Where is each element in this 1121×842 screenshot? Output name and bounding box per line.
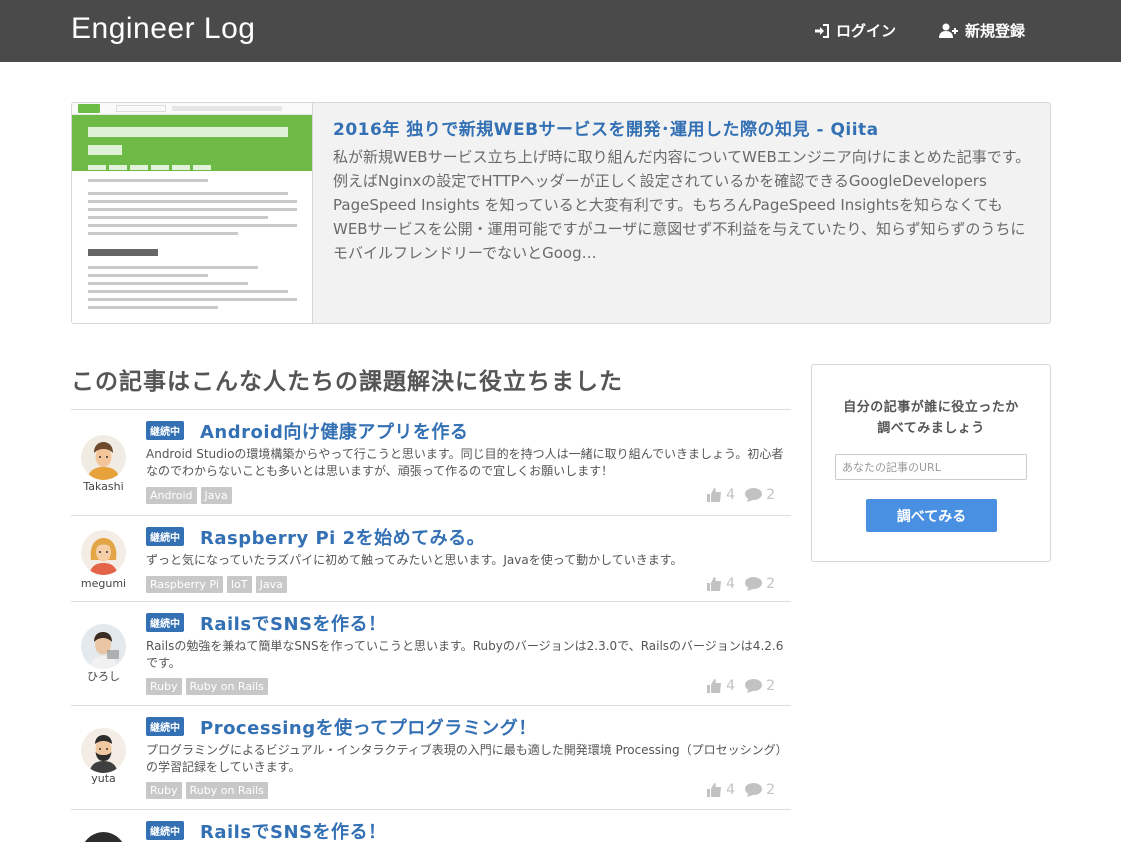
like-count[interactable]: 4 [707,576,735,592]
tag-list: Android Java [146,487,232,504]
user-plus-icon [939,23,958,38]
comment-icon [745,679,763,693]
thumbs-up-icon [707,783,722,797]
article-thumbnail [72,103,313,323]
status-badge: 継続中 [146,821,184,840]
item-title[interactable]: Android向け健康アプリを作る [200,418,468,444]
tag[interactable]: Java [200,487,232,504]
project-list: Takashi 継続中 Android向け健康アプリを作る Android St… [71,409,791,842]
status-badge: 継続中 [146,613,184,632]
item-stats: 4 2 [707,678,775,694]
item-description: プログラミングによるビジュアル・インタラクティブ表現の入門に最も適した開発環境 … [146,743,782,774]
top-navbar: Engineer Log ログイン 新規登録 [0,0,1121,62]
status-badge: 継続中 [146,421,184,440]
list-item: ひろし 継続中 RailsでSNSを作る！ Railsの勉強を兼ねて簡単なSNS… [71,602,791,706]
item-stats: 4 2 [707,487,775,503]
item-description: ずっと気になっていたラズパイに初めて触ってみたいと思います。Javaを使って動か… [146,553,683,567]
check-button[interactable]: 調べてみる [866,499,997,532]
signup-label: 新規登録 [965,22,1026,40]
thumbs-up-icon [707,577,722,591]
comment-count[interactable]: 2 [745,678,775,694]
avatar[interactable] [81,728,126,773]
item-description: Android Studioの環境構築からやって行こうと思います。同じ目的を持つ… [146,447,784,478]
list-item: 継続中 RailsでSNSを作る！ [71,810,791,842]
tag[interactable]: Ruby [146,678,182,695]
thumbs-up-icon [707,679,722,693]
comment-icon [745,488,763,502]
list-item: megumi 継続中 Raspberry Pi 2を始めてみる。 ずっと気になっ… [71,516,791,602]
avatar[interactable] [81,530,126,575]
comment-icon [745,577,763,591]
featured-article-title[interactable]: 2016年 独りで新規WEBサービスを開発･運用した際の知見 - Qiita [333,115,879,140]
avatar[interactable] [81,624,126,669]
status-badge: 継続中 [146,717,184,736]
tag[interactable]: Java [255,576,287,593]
item-stats: 4 2 [707,576,775,592]
avatar[interactable] [81,435,126,480]
article-check-box: 自分の記事が誰に役立ったか 調べてみましょう 調べてみる [811,364,1051,562]
like-count[interactable]: 4 [707,487,735,503]
comment-icon [745,783,763,797]
section-heading: この記事はこんな人たちの課題解決に役立ちました [71,369,623,395]
avatar[interactable] [81,832,126,842]
comment-count[interactable]: 2 [745,576,775,592]
tag[interactable]: Ruby on Rails [185,678,268,695]
user-name[interactable]: ひろし [71,668,136,684]
tag-list: Raspberry Pi IoT Java [146,576,287,593]
brand-logo[interactable]: Engineer Log [71,12,255,46]
user-name[interactable]: yuta [71,772,136,785]
item-stats: 4 2 [707,782,775,798]
login-link[interactable]: ログイン [814,20,896,41]
sign-in-icon [815,23,829,38]
featured-article-card[interactable]: 2016年 独りで新規WEBサービスを開発･運用した際の知見 - Qiita 私… [71,102,1051,324]
user-name[interactable]: megumi [71,577,136,590]
like-count[interactable]: 4 [707,678,735,694]
tag[interactable]: Ruby on Rails [185,782,268,799]
tag[interactable]: Raspberry Pi [146,576,223,593]
item-title[interactable]: RailsでSNSを作る！ [200,610,387,636]
item-description: Railsの勉強を兼ねて簡単なSNSを作っていこうと思います。Rubyのバージョ… [146,639,784,670]
user-name[interactable]: Takashi [71,480,136,493]
item-title[interactable]: Raspberry Pi 2を始めてみる。 [200,524,485,550]
article-url-input[interactable] [835,454,1027,480]
tag[interactable]: Android [146,487,197,504]
article-check-title: 自分の記事が誰に役立ったか 調べてみましょう [843,400,1019,436]
comment-count[interactable]: 2 [745,487,775,503]
signup-link[interactable]: 新規登録 [939,20,1025,41]
item-title[interactable]: Processingを使ってプログラミング！ [200,714,537,740]
like-count[interactable]: 4 [707,782,735,798]
status-badge: 継続中 [146,527,184,546]
login-label: ログイン [836,22,897,40]
list-item: Takashi 継続中 Android向け健康アプリを作る Android St… [71,410,791,516]
item-title[interactable]: RailsでSNSを作る！ [200,818,387,842]
comment-count[interactable]: 2 [745,782,775,798]
tag-list: Ruby Ruby on Rails [146,782,268,799]
tag[interactable]: Ruby [146,782,182,799]
tag[interactable]: IoT [226,576,252,593]
list-item: yuta 継続中 Processingを使ってプログラミング！ プログラミングに… [71,706,791,810]
featured-article-description: 私が新規WEBサービス立ち上げ時に取り組んだ内容についてWEBエンジニア向けにま… [333,148,1031,262]
thumbs-up-icon [707,488,722,502]
tag-list: Ruby Ruby on Rails [146,678,268,695]
